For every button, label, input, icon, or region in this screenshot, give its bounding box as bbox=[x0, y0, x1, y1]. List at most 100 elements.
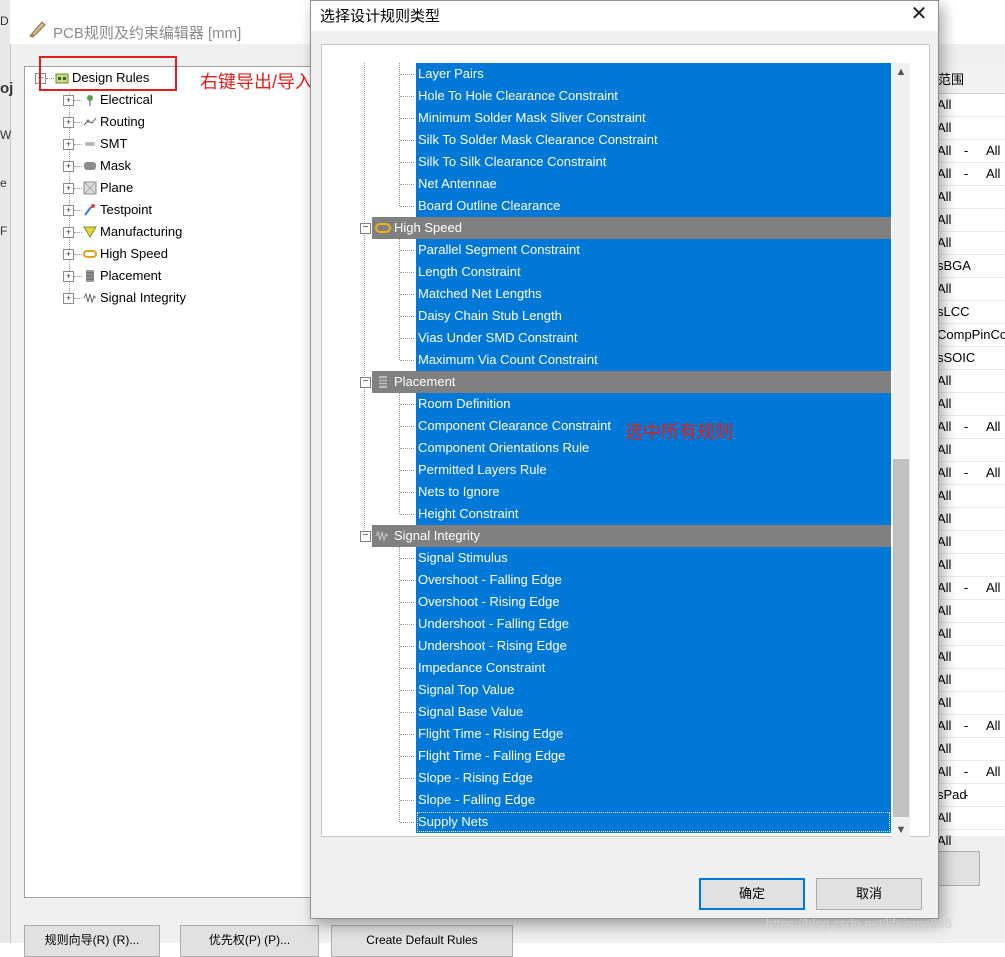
rule-item[interactable]: Slope - Rising Edge bbox=[416, 767, 891, 789]
rule-group-header[interactable]: High Speed bbox=[372, 217, 891, 239]
table-row[interactable]: sSOIC bbox=[936, 346, 1005, 370]
tree-item-testpoint[interactable]: Testpoint bbox=[100, 200, 152, 220]
tree-item-signal-integrity[interactable]: Signal Integrity bbox=[100, 288, 186, 308]
expand-toggle[interactable]: + bbox=[63, 271, 74, 282]
table-row[interactable]: sLCC bbox=[936, 300, 1005, 324]
collapse-toggle[interactable]: − bbox=[360, 377, 371, 388]
rule-item[interactable]: Vias Under SMD Constraint bbox=[416, 327, 891, 349]
rule-item[interactable]: Overshoot - Falling Edge bbox=[416, 569, 891, 591]
rule-group-header[interactable]: Placement bbox=[372, 371, 891, 393]
tree-item-smt[interactable]: SMT bbox=[100, 134, 127, 154]
expand-toggle[interactable]: + bbox=[63, 95, 74, 106]
expand-toggle[interactable]: + bbox=[63, 183, 74, 194]
table-row[interactable]: All - All bbox=[936, 162, 1005, 186]
table-row[interactable]: All bbox=[936, 231, 1005, 255]
rule-item[interactable]: Silk To Solder Mask Clearance Constraint bbox=[416, 129, 891, 151]
table-row[interactable]: All bbox=[936, 392, 1005, 416]
table-row[interactable]: All bbox=[936, 599, 1005, 623]
rule-item[interactable]: Layer Pairs bbox=[416, 63, 891, 85]
table-row[interactable]: All bbox=[936, 530, 1005, 554]
rule-item[interactable]: Hole To Hole Clearance Constraint bbox=[416, 85, 891, 107]
tree-item-electrical[interactable]: Electrical bbox=[100, 90, 153, 110]
editor-side-button[interactable] bbox=[936, 851, 980, 886]
table-row[interactable]: All bbox=[936, 668, 1005, 692]
table-row[interactable]: All bbox=[936, 737, 1005, 761]
expand-toggle[interactable]: + bbox=[63, 293, 74, 304]
rule-item[interactable]: Room Definition bbox=[416, 393, 891, 415]
table-row[interactable]: All - All bbox=[936, 415, 1005, 439]
rule-item[interactable]: Signal Base Value bbox=[416, 701, 891, 723]
table-row[interactable]: All bbox=[936, 277, 1005, 301]
rule-item[interactable]: Undershoot - Falling Edge bbox=[416, 613, 891, 635]
rule-item[interactable]: Flight Time - Rising Edge bbox=[416, 723, 891, 745]
table-row[interactable]: All bbox=[936, 208, 1005, 232]
expand-toggle[interactable]: + bbox=[63, 227, 74, 238]
ok-button[interactable]: 确定 bbox=[699, 878, 805, 910]
rule-item[interactable]: Nets to Ignore bbox=[416, 481, 891, 503]
collapse-toggle[interactable]: − bbox=[360, 531, 371, 542]
rule-item[interactable]: Supply Nets bbox=[416, 811, 891, 833]
collapse-toggle[interactable]: − bbox=[360, 223, 371, 234]
table-row[interactable]: All bbox=[936, 484, 1005, 508]
tree-item-manufacturing[interactable]: Manufacturing bbox=[100, 222, 182, 242]
table-row[interactable]: sBGA bbox=[936, 254, 1005, 278]
table-row[interactable]: CompPinCo bbox=[936, 323, 1005, 347]
expand-toggle[interactable]: + bbox=[63, 205, 74, 216]
tree-item-high-speed[interactable]: High Speed bbox=[100, 244, 168, 264]
rule-item[interactable]: Impedance Constraint bbox=[416, 657, 891, 679]
rule-item[interactable]: Parallel Segment Constraint bbox=[416, 239, 891, 261]
tree-item-plane[interactable]: Plane bbox=[100, 178, 133, 198]
rule-item[interactable]: Overshoot - Rising Edge bbox=[416, 591, 891, 613]
table-row[interactable]: All - All bbox=[936, 714, 1005, 738]
create-default-rules-button[interactable]: Create Default Rules bbox=[331, 925, 513, 957]
rule-item[interactable]: Board Outline Clearance bbox=[416, 195, 891, 217]
table-row[interactable]: All bbox=[936, 93, 1005, 117]
table-row[interactable]: All bbox=[936, 553, 1005, 577]
rule-item[interactable]: Height Constraint bbox=[416, 503, 891, 525]
table-row[interactable]: All - All bbox=[936, 760, 1005, 784]
rule-item[interactable]: Net Antennae bbox=[416, 173, 891, 195]
table-row[interactable]: All bbox=[936, 622, 1005, 646]
rule-item[interactable]: Daisy Chain Stub Length bbox=[416, 305, 891, 327]
rule-item[interactable]: Permitted Layers Rule bbox=[416, 459, 891, 481]
expand-toggle[interactable]: + bbox=[63, 249, 74, 260]
rule-item[interactable]: Flight Time - Falling Edge bbox=[416, 745, 891, 767]
tree-item-placement[interactable]: Placement bbox=[100, 266, 161, 286]
cancel-button[interactable]: 取消 bbox=[816, 878, 922, 910]
table-row[interactable]: All bbox=[936, 369, 1005, 393]
tree-item-mask[interactable]: Mask bbox=[100, 156, 131, 176]
scrollbar-thumb[interactable] bbox=[893, 459, 909, 817]
rule-item[interactable]: Length Constraint bbox=[416, 261, 891, 283]
expand-toggle[interactable]: + bbox=[63, 161, 74, 172]
rule-item[interactable]: Signal Stimulus bbox=[416, 547, 891, 569]
table-row[interactable]: All bbox=[936, 806, 1005, 830]
rule-item[interactable]: Signal Top Value bbox=[416, 679, 891, 701]
table-row[interactable]: All bbox=[936, 507, 1005, 531]
rule-wizard-button[interactable]: 规则向导(R) (R)... bbox=[24, 925, 160, 957]
table-row[interactable]: All bbox=[936, 829, 1005, 853]
table-row[interactable]: sPad - bbox=[936, 783, 1005, 807]
scroll-up-icon[interactable]: ▲ bbox=[892, 63, 910, 81]
table-row[interactable]: All bbox=[936, 185, 1005, 209]
rule-item[interactable]: Undershoot - Rising Edge bbox=[416, 635, 891, 657]
table-row[interactable]: All bbox=[936, 691, 1005, 715]
table-row[interactable]: All bbox=[936, 438, 1005, 462]
expand-toggle[interactable]: + bbox=[63, 139, 74, 150]
table-row[interactable]: All - All bbox=[936, 576, 1005, 600]
rule-item[interactable]: Silk To Silk Clearance Constraint bbox=[416, 151, 891, 173]
tree-item-routing[interactable]: Routing bbox=[100, 112, 145, 132]
expand-toggle[interactable]: + bbox=[63, 117, 74, 128]
priorities-button[interactable]: 优先权(P) (P)... bbox=[180, 925, 319, 957]
rule-item[interactable]: Maximum Via Count Constraint bbox=[416, 349, 891, 371]
close-icon[interactable]: ✕ bbox=[901, 1, 937, 29]
vertical-scrollbar[interactable]: ▲ ▼ bbox=[892, 63, 910, 839]
scroll-down-icon[interactable]: ▼ bbox=[892, 821, 910, 839]
table-row[interactable]: All bbox=[936, 116, 1005, 140]
table-row[interactable]: All bbox=[936, 645, 1005, 669]
rule-item[interactable]: Slope - Falling Edge bbox=[416, 789, 891, 811]
rule-item[interactable]: Matched Net Lengths bbox=[416, 283, 891, 305]
table-row[interactable]: All - All bbox=[936, 461, 1005, 485]
table-row[interactable]: All - All bbox=[936, 139, 1005, 163]
rule-item[interactable]: Minimum Solder Mask Sliver Constraint bbox=[416, 107, 891, 129]
rule-group-header[interactable]: Signal Integrity bbox=[372, 525, 891, 547]
